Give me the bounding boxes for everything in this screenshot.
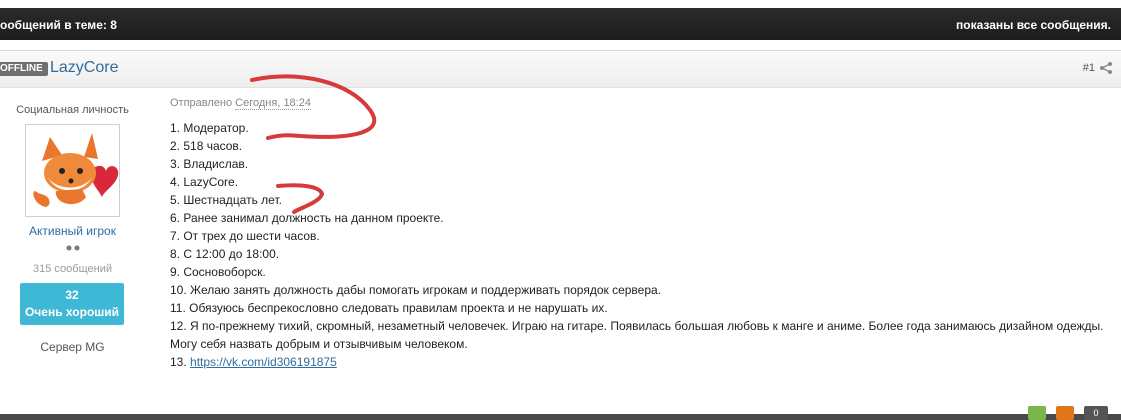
post-line: 7. От трех до шести часов.: [170, 229, 320, 243]
share-icon[interactable]: [1099, 61, 1113, 75]
dislike-button[interactable]: [1056, 406, 1074, 420]
post-line: 1. Модератор.: [170, 121, 249, 135]
post-line: 8. С 12:00 до 18:00.: [170, 247, 280, 261]
post-line-link: 13. https://vk.com/id306191875: [170, 353, 1115, 371]
post-line: Могу себя назвать добрым и отзывчивым че…: [170, 337, 468, 351]
avatar[interactable]: [25, 124, 120, 217]
posted-label: Отправлено: [170, 97, 233, 109]
post-line: 4. LazyCore.: [170, 175, 239, 189]
post-line: 12. Я по-прежнему тихий, скромный, незам…: [170, 319, 1104, 333]
topic-bar: ообщений в теме: 8 показаны все сообщени…: [0, 8, 1121, 40]
post-header: OFFLINE LazyCore #1: [0, 50, 1121, 88]
reputation-value: 32: [65, 288, 79, 302]
posted-date: Сегодня, 18:24: [235, 97, 311, 110]
post-line: 5. Шестнадцать лет.: [170, 193, 282, 207]
status-badge: OFFLINE: [0, 62, 48, 76]
author-name-link[interactable]: LazyCore: [50, 59, 118, 77]
bottom-bar: [0, 414, 1121, 420]
message-count: 315 сообщений: [33, 263, 112, 275]
fox-avatar-image: [26, 125, 119, 216]
reputation-label: Очень хороший: [24, 305, 120, 319]
post-number-link[interactable]: #1: [1083, 62, 1095, 74]
rank-dots-icon: [66, 245, 80, 251]
show-all-messages-link[interactable]: показаны все сообщения.: [956, 18, 1111, 32]
link-prefix: 13.: [170, 355, 191, 369]
post-line: 11. Обязуюсь беспрекословно следовать пр…: [170, 301, 608, 315]
user-title: Социальная личность: [16, 104, 129, 116]
top-border: [0, 0, 1121, 6]
user-rank: Активный игрок: [29, 224, 116, 238]
post-line: 2. 518 часов.: [170, 139, 243, 153]
post-line: 6. Ранее занимал должность на данном про…: [170, 211, 444, 225]
post-line: 3. Владислав.: [170, 157, 249, 171]
post-content: Отправлено Сегодня, 18:24 1. Модератор. …: [170, 96, 1115, 371]
post-line: 9. Сосновоборск.: [170, 265, 266, 279]
rating-counter: 0: [1084, 406, 1108, 420]
post-line: 10. Желаю занять должность дабы помогать…: [170, 283, 662, 297]
vk-profile-link[interactable]: https://vk.com/id306191875: [190, 355, 337, 369]
author-sidebar: Социальная личность Активный игрок 315 с…: [0, 88, 145, 368]
messages-in-topic: ообщений в теме: 8: [0, 18, 117, 32]
reputation-badge: 32 Очень хороший: [20, 283, 124, 325]
posted-info: Отправлено Сегодня, 18:24: [170, 96, 1115, 110]
server-name: Сервер MG: [40, 340, 105, 354]
like-button[interactable]: [1028, 406, 1046, 420]
